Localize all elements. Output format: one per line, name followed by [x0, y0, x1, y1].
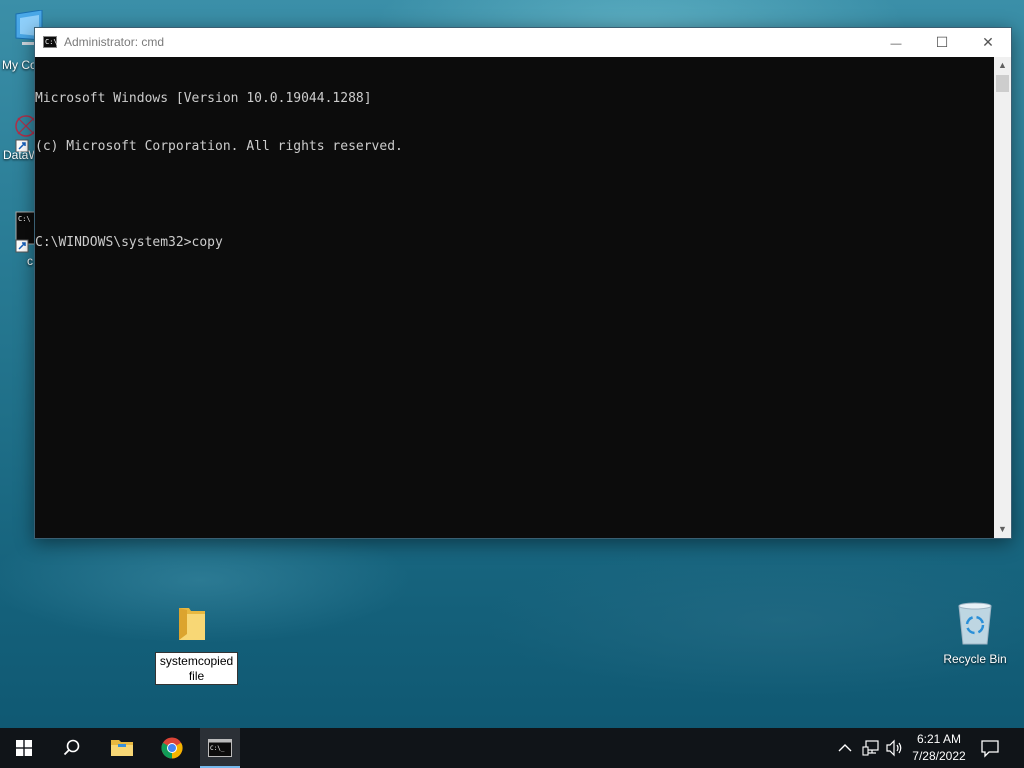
console-line: (c) Microsoft Corporation. All rights re… [35, 139, 403, 154]
taskbar-cmd[interactable]: C:\_ [200, 728, 240, 768]
folder-icon[interactable] [177, 604, 207, 644]
minimize-icon: — [890, 38, 902, 50]
chrome-icon [161, 737, 183, 759]
taskbar-chrome[interactable] [148, 728, 196, 768]
taskbar-file-explorer[interactable] [98, 728, 146, 768]
recycle-bin-icon [958, 602, 992, 645]
action-center-button[interactable] [980, 738, 1002, 758]
window-title: Administrator: cmd [64, 35, 165, 49]
svg-text:C:\_: C:\_ [210, 745, 225, 752]
clock-date: 7/28/2022 [912, 749, 966, 763]
windows-start-icon [16, 740, 32, 756]
folder-rename-field[interactable]: systemcopied file [155, 652, 238, 685]
taskbar: C:\_ 6:21 AM 7/28/2022 [0, 728, 1024, 768]
title-bar[interactable]: C:\ Administrator: cmd — ☐ ✕ [35, 28, 1011, 57]
network-button[interactable] [862, 739, 880, 757]
console-line: Microsoft Windows [Version 10.0.19044.12… [35, 91, 372, 106]
cmd-icon: C:\_ [208, 739, 232, 757]
rename-text-line: file [188, 669, 205, 683]
chevron-up-icon [838, 744, 852, 752]
console-output[interactable]: Microsoft Windows [Version 10.0.19044.12… [35, 57, 993, 538]
console-prompt-line: C:\WINDOWS\system32>copy [35, 235, 223, 250]
scroll-down-icon[interactable]: ▼ [994, 521, 1011, 538]
maximize-button[interactable]: ☐ [919, 28, 965, 57]
search-icon [63, 739, 80, 756]
search-button[interactable] [48, 728, 96, 768]
desktop-icon-recycle-bin[interactable]: Recycle Bin [940, 600, 1010, 666]
start-button[interactable] [0, 728, 48, 768]
scroll-thumb[interactable] [996, 75, 1009, 92]
rename-text-line: systemcopied [159, 654, 234, 668]
maximize-icon: ☐ [935, 34, 949, 50]
desktop: My Co DataW C:\ c C:\ Administrator: cmd… [0, 0, 1024, 768]
vertical-scrollbar[interactable]: ▲ ▼ [994, 57, 1011, 538]
close-icon: ✕ [982, 34, 994, 50]
recycle-bin-label: Recycle Bin [943, 652, 1007, 666]
cmd-window[interactable]: C:\ Administrator: cmd — ☐ ✕ Microsoft W… [34, 27, 1012, 539]
cmd-window-icon: C:\ [43, 36, 58, 48]
show-hidden-icons-button[interactable] [838, 740, 854, 756]
speaker-icon [886, 739, 902, 757]
clock[interactable]: 6:21 AM 7/28/2022 [906, 728, 972, 768]
clock-time: 6:21 AM [916, 732, 962, 746]
close-button[interactable]: ✕ [965, 28, 1011, 57]
network-icon [862, 740, 879, 756]
scroll-up-icon[interactable]: ▲ [994, 57, 1011, 74]
file-explorer-icon [111, 740, 133, 756]
svg-text:C:\: C:\ [18, 215, 31, 223]
minimize-button[interactable]: — [873, 28, 919, 57]
notification-icon [981, 740, 999, 758]
volume-button[interactable] [885, 739, 905, 757]
